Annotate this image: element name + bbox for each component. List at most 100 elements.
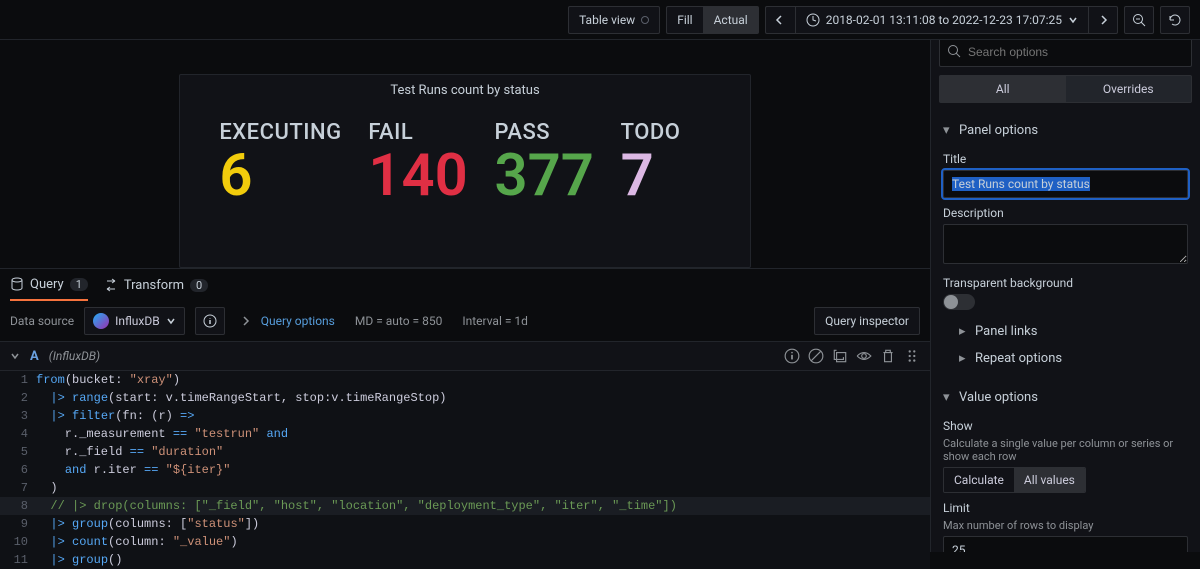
time-prev-button[interactable] [765, 6, 795, 34]
table-view-label: Table view [579, 13, 635, 27]
stat-value: 377 [494, 147, 593, 205]
eye-icon[interactable] [856, 348, 872, 364]
query-datasource-name: (InfluxDB) [49, 349, 100, 363]
interval-text: Interval = 1d [462, 314, 528, 328]
time-range-group: 2018-02-01 13:11:08 to 2022-12-23 17:07:… [765, 6, 1118, 34]
top-toolbar: Table view Fill Actual 2018-02-01 13:11:… [0, 0, 1200, 40]
stat-panel: Test Runs count by status EXECUTING6 FAIL… [179, 74, 751, 268]
chevron-down-icon[interactable] [10, 351, 20, 361]
time-range-button[interactable]: 2018-02-01 13:11:08 to 2022-12-23 17:07:… [795, 6, 1088, 34]
stat-col: PASS377 [494, 120, 593, 205]
transparent-toggle[interactable] [943, 294, 975, 310]
disable-icon[interactable] [808, 348, 824, 364]
table-view-toggle[interactable]: Table view [568, 6, 660, 34]
time-next-button[interactable] [1088, 6, 1118, 34]
copy-icon[interactable] [832, 348, 848, 364]
toggle-dot [641, 16, 649, 24]
info-icon[interactable] [784, 348, 800, 364]
panel-preview-area: Test Runs count by status EXECUTING6 FAIL… [0, 40, 930, 268]
zoom-out-icon [1132, 13, 1146, 27]
datasource-select[interactable]: InfluxDB [84, 307, 185, 335]
show-segment: Calculate All values [943, 467, 1086, 493]
limit-input[interactable] [943, 536, 1188, 552]
chevron-down-icon [1068, 15, 1078, 25]
transform-icon [104, 278, 118, 292]
description-input[interactable] [943, 224, 1188, 264]
transform-tab-label: Transform [124, 278, 184, 293]
stat-value: 6 [219, 147, 252, 205]
overrides-tab[interactable]: Overrides [1066, 75, 1193, 103]
stat-col: EXECUTING6 [219, 120, 341, 205]
chevron-right-icon: ▸ [959, 324, 969, 339]
transform-tab[interactable]: Transform 0 [104, 269, 208, 301]
query-letter: A [30, 349, 39, 364]
chevron-down-icon: ▾ [943, 123, 953, 138]
panel-links-label: Panel links [975, 324, 1037, 339]
stat-col: TODO7 [621, 120, 711, 205]
transform-count-badge: 0 [190, 279, 208, 292]
options-sidebar: 📊 Stat All Overrides ▾ Panel options Tit… [930, 40, 1200, 552]
refresh-button[interactable] [1160, 6, 1190, 34]
zoom-out-button[interactable] [1124, 6, 1154, 34]
fill-button[interactable]: Fill [666, 6, 702, 34]
search-icon [947, 44, 961, 58]
limit-label: Limit [943, 501, 1188, 515]
stat-value: 7 [621, 147, 654, 205]
refresh-icon [1168, 13, 1182, 27]
value-options-section[interactable]: ▾ Value options [943, 384, 1188, 411]
flux-editor[interactable]: 1from(bucket: "xray") 2 |> range(start: … [0, 371, 930, 569]
datasource-help-button[interactable] [195, 307, 225, 335]
query-editor-area: Query 1 Transform 0 Data source InfluxDB [0, 268, 930, 569]
query-count-badge: 1 [70, 278, 88, 291]
fill-actual-group: Fill Actual [666, 6, 759, 34]
query-tab[interactable]: Query 1 [10, 269, 88, 301]
search-options [939, 40, 1192, 67]
chevron-down-icon [166, 316, 176, 326]
trash-icon[interactable] [880, 348, 896, 364]
title-label: Title [943, 152, 1188, 166]
search-options-input[interactable] [939, 40, 1192, 67]
bottom-tabs: Query 1 Transform 0 [0, 269, 930, 301]
influxdb-logo-icon [93, 313, 109, 329]
panel-title: Test Runs count by status [180, 75, 750, 102]
all-tab[interactable]: All [939, 75, 1066, 103]
transparent-label: Transparent background [943, 276, 1188, 290]
datasource-label: Data source [10, 314, 74, 328]
md-text: MD = auto = 850 [355, 314, 442, 328]
panel-options-section[interactable]: ▾ Panel options [943, 117, 1188, 144]
info-icon [203, 314, 217, 328]
chevron-down-icon: ▾ [943, 390, 953, 405]
database-icon [10, 277, 24, 291]
chevron-left-icon [775, 15, 785, 25]
stat-value: 140 [368, 147, 467, 205]
limit-desc: Max number of rows to display [943, 519, 1188, 532]
chevron-right-icon [1098, 15, 1108, 25]
query-options-link[interactable]: Query options [261, 314, 335, 328]
all-values-option[interactable]: All values [1014, 468, 1085, 492]
actual-button[interactable]: Actual [703, 6, 759, 34]
drag-handle-icon[interactable] [904, 348, 920, 364]
value-options-label: Value options [959, 390, 1038, 405]
options-tabs: All Overrides [939, 75, 1192, 103]
stats-row: EXECUTING6 FAIL140 PASS377 TODO7 [180, 102, 750, 205]
repeat-options-section[interactable]: ▸ Repeat options [943, 345, 1188, 372]
query-tab-label: Query [30, 277, 64, 292]
chevron-right-icon [241, 316, 251, 326]
title-input[interactable] [943, 170, 1188, 198]
query-inspector-button[interactable]: Query inspector [814, 307, 920, 335]
panel-links-section[interactable]: ▸ Panel links [943, 318, 1188, 345]
time-range-text: 2018-02-01 13:11:08 to 2022-12-23 17:07:… [826, 13, 1062, 27]
clock-icon [806, 13, 820, 27]
show-label: Show [943, 419, 1188, 433]
panel-options-label: Panel options [959, 123, 1038, 138]
datasource-name: InfluxDB [115, 314, 160, 328]
repeat-options-label: Repeat options [975, 351, 1062, 366]
calculate-option[interactable]: Calculate [944, 468, 1014, 492]
description-label: Description [943, 206, 1188, 220]
query-row-actions [784, 348, 920, 364]
chevron-right-icon: ▸ [959, 351, 969, 366]
show-desc: Calculate a single value per column or s… [943, 437, 1188, 463]
query-row[interactable]: A (InfluxDB) [0, 341, 930, 371]
query-header: Data source InfluxDB Query options MD = … [0, 301, 930, 341]
stat-col: FAIL140 [368, 120, 467, 205]
